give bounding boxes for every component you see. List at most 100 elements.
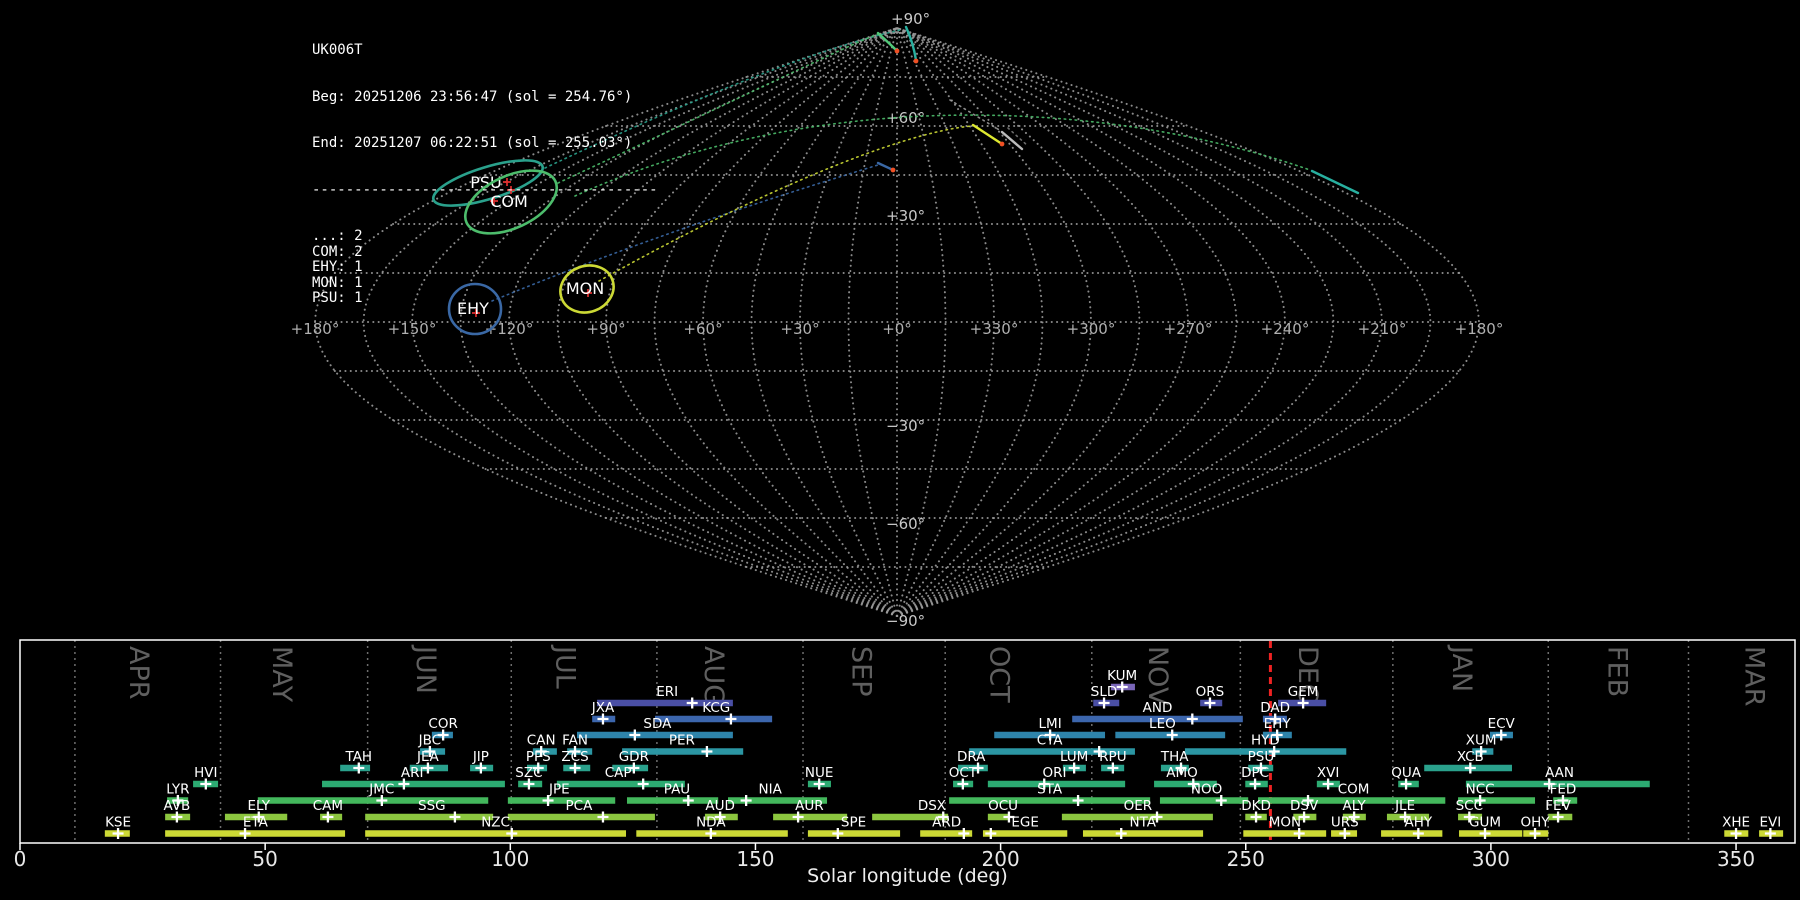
peak-marker-SDA	[629, 729, 641, 741]
shower-count-dotdotdot: ...: 2	[312, 228, 363, 244]
activity-bar-NOO	[1159, 797, 1249, 804]
latitude-label: +60°	[886, 109, 925, 127]
shower-label-NOO: NOO	[1191, 782, 1222, 798]
shower-label-GEM: GEM	[1288, 684, 1319, 700]
activity-bar-ARI	[322, 780, 505, 788]
shower-label-NZC: NZC	[481, 815, 510, 831]
shower-label-JIP: JIP	[472, 749, 489, 765]
shower-label-GDR: GDR	[619, 749, 649, 765]
shower-AVB-row8: AVB	[163, 798, 190, 823]
latitude-label: +30°	[886, 207, 925, 225]
shower-label-AAN: AAN	[1545, 765, 1574, 781]
shower-XCB-row5: XCB	[1424, 749, 1512, 774]
shower-label-ERI: ERI	[656, 684, 678, 700]
shower-label-ALY: ALY	[1342, 798, 1366, 814]
shower-XVI-row6: XVI	[1316, 765, 1340, 790]
longitude-label: +60°	[683, 320, 722, 338]
activity-bar-SPE	[807, 830, 901, 837]
shower-OHY-row9: OHY	[1521, 815, 1550, 839]
shower-label-ARI: ARI	[401, 765, 424, 781]
shower-ETA-row9: ETA	[165, 815, 346, 839]
shower-label-ECV: ECV	[1488, 716, 1516, 732]
shower-label-ORS: ORS	[1196, 684, 1225, 700]
shower-label-DRA: DRA	[957, 749, 986, 765]
activity-bar-NTA	[1082, 830, 1204, 837]
observation-header: UK006T Beg: 20251206 23:56:47 (sol = 254…	[312, 12, 658, 305]
shower-label-SPE: SPE	[841, 815, 866, 831]
x-tick-label: 250	[1227, 847, 1265, 871]
shower-label-JXA: JXA	[591, 700, 615, 716]
shower-label-ETA: ETA	[243, 815, 269, 831]
latitude-label: +90°	[891, 10, 930, 28]
shower-DKD-row8: DKD	[1241, 798, 1271, 823]
x-tick-label: 300	[1472, 847, 1510, 871]
activity-bar-PCA	[507, 813, 655, 821]
shower-label-LYR: LYR	[166, 782, 189, 798]
peak-marker-AND	[1186, 713, 1198, 725]
shower-JXA-row2: JXA	[591, 700, 616, 725]
shower-label-XHE: XHE	[1722, 815, 1750, 831]
longitude-label: +30°	[780, 320, 819, 338]
x-tick-label: 50	[252, 847, 277, 871]
month-label-JUL: JUL	[550, 644, 581, 689]
month-label-NOV: NOV	[1142, 646, 1173, 706]
latitude-label: −60°	[886, 515, 925, 533]
longitude-label: +270°	[1164, 320, 1213, 338]
activity-bar-SSG	[365, 813, 494, 821]
shower-ZCS-row5: ZCS	[561, 749, 591, 774]
shower-SZC-row6: SZC	[515, 765, 543, 790]
month-label-APR: APR	[123, 646, 154, 700]
activity-bar-AUR	[773, 813, 848, 821]
activity-bar-STA	[949, 797, 1151, 804]
shower-label-AMO: AMO	[1166, 765, 1198, 781]
month-label-AUG: AUG	[698, 646, 729, 705]
shower-label-DSV: DSV	[1290, 798, 1319, 814]
peak-marker-PER	[701, 746, 713, 757]
shower-label-LEO: LEO	[1149, 716, 1176, 732]
shower-label-THA: THA	[1160, 749, 1189, 765]
shower-label-GUM: GUM	[1469, 815, 1501, 831]
shower-label-AND: AND	[1143, 700, 1173, 716]
activity-bar-ETA	[165, 830, 346, 837]
peak-marker-NIA	[740, 795, 752, 806]
shower-label-CAP: CAP	[605, 765, 632, 781]
longitude-label: +240°	[1261, 320, 1310, 338]
header-separator: ----------------------------------------…	[312, 181, 658, 198]
shower-label-JLE: JLE	[1394, 798, 1415, 814]
shower-label-ZCS: ZCS	[561, 749, 588, 765]
shower-label-COR: COR	[428, 716, 457, 732]
shower-label-JPE: JPE	[548, 782, 570, 798]
shower-ORS-row1: ORS	[1196, 684, 1225, 709]
shower-label-SCC: SCC	[1456, 798, 1483, 814]
shower-count-COM: COM: 2	[312, 243, 363, 260]
x-tick-label: 150	[736, 847, 774, 871]
longitude-label: +150°	[388, 320, 437, 338]
radiant-back-projection	[1007, 127, 1029, 147]
longitude-label: +330°	[970, 320, 1019, 338]
station-id: UK006T	[312, 42, 363, 58]
longitude-label: +180°	[1455, 320, 1504, 338]
shower-label-KCG: KCG	[702, 700, 730, 716]
shower-label-QUA: QUA	[1391, 765, 1422, 781]
end-time: End: 20251207 06:22:51 (sol = 255.03°)	[312, 135, 633, 151]
shower-label-COM: COM	[1338, 782, 1370, 798]
shower-label-PAU: PAU	[664, 782, 690, 798]
shower-label-OCT: OCT	[949, 765, 978, 781]
longitude-label: +0°	[882, 320, 912, 338]
shower-label-EVI: EVI	[1759, 815, 1781, 831]
meteor-trail	[876, 161, 895, 172]
shower-label-NCC: NCC	[1466, 782, 1495, 798]
x-tick-label: 350	[1717, 847, 1755, 871]
begin-time: Beg: 20251206 23:56:47 (sol = 254.76°)	[312, 88, 633, 105]
latitude-label: −30°	[886, 417, 925, 435]
shower-label-DSX: DSX	[918, 798, 946, 814]
activity-bar-NZC	[365, 830, 627, 837]
shower-label-XUM: XUM	[1466, 733, 1497, 749]
meteor-trail	[971, 123, 1004, 146]
activity-bar-MON	[1243, 830, 1327, 837]
shower-KSE-row9: KSE	[104, 815, 131, 839]
shower-DPC-row6: DPC	[1241, 765, 1269, 790]
shower-label-KSE: KSE	[105, 815, 131, 831]
longitude-label: +300°	[1067, 320, 1116, 338]
shower-label-KUM: KUM	[1107, 668, 1137, 684]
